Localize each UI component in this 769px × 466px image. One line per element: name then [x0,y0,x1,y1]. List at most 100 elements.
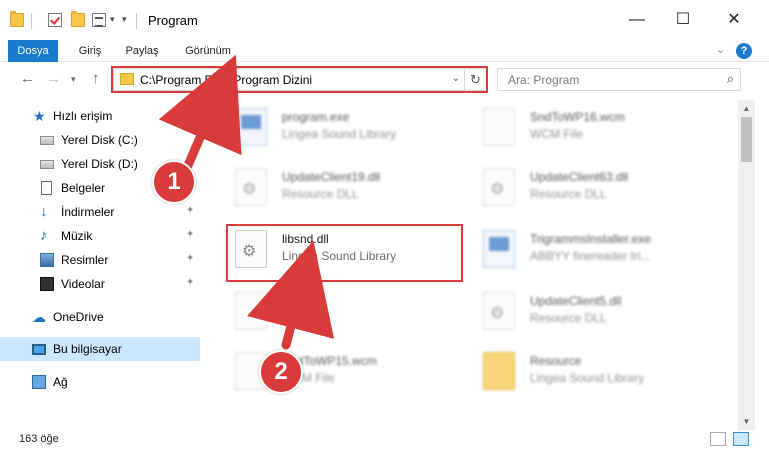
help-icon[interactable]: ? [736,43,752,59]
address-path[interactable]: C:\Program Files\Program Dizini [140,73,312,87]
address-bar[interactable]: C:\Program Files\Program Dizini ⌄ [113,68,465,91]
divider [31,13,32,29]
pictures-icon [40,253,54,267]
file-item[interactable]: TrigrammsInstaller.exe ABBYY finereader … [461,226,701,270]
up-arrow-icon[interactable]: ↑ [92,70,100,87]
sidebar-item-label: İndirmeler [61,205,115,219]
file-item[interactable]: Resource Lingea Sound Library [461,348,701,392]
folder-icon [483,352,515,390]
file-name: Resource [530,354,582,368]
pin-icon[interactable]: ✦ [186,253,194,264]
sidebar-item-onedrive[interactable]: ☁ OneDrive [0,305,200,329]
sidebar-item-label: Bu bilgisayar [53,342,122,356]
ribbon-tabs: Dosya Giriş Paylaş Görünüm ⌄ ? [0,40,769,84]
file-item-libsnd[interactable]: libsnd.dll Lingea Sound Library [213,226,453,270]
folder-icon [120,73,134,85]
customize-toolbar-icon[interactable]: ▾ [122,14,127,25]
sidebar-item-quick-access[interactable]: ★ Hızlı erişim [0,104,200,128]
step-callout-2: 2 [259,350,303,394]
folder-icon[interactable] [10,11,24,27]
minimize-button[interactable]: — [614,6,660,34]
file-description: Resource DLL [530,311,607,325]
exe-file-icon [235,108,267,146]
file-icon [235,292,267,330]
pin-icon[interactable]: ✦ [186,205,194,216]
chevron-down-icon[interactable]: ⌄ [452,73,460,84]
sidebar-item-label: OneDrive [53,310,104,324]
file-description: Lingea Sound Library [530,371,645,385]
large-icons-view-icon[interactable] [733,432,749,446]
status-bar: 163 öğe [0,430,769,450]
file-description: Resource DLL [282,187,359,201]
video-icon [40,277,54,291]
file-item[interactable]: d...k C...file [213,288,453,332]
maximize-button[interactable]: ☐ [660,6,706,34]
chevron-down-icon[interactable]: ▾ [110,14,115,25]
tab-home[interactable]: Giriş [68,40,112,62]
tab-share[interactable]: Paylaş [118,40,166,62]
pin-icon[interactable]: ✦ [186,229,194,240]
step-callout-1: 1 [152,160,196,204]
search-placeholder: Ara: Program [508,73,580,87]
sidebar-item-label: Yerel Disk (D:) [61,157,138,171]
file-name: program.exe [282,110,350,124]
document-icon [41,181,52,195]
sidebar-item-label: Ağ [53,375,68,389]
sidebar-item-network[interactable]: Ağ [0,370,200,394]
recent-locations-icon[interactable]: ▾ [71,74,76,85]
sidebar-item-label: Belgeler [61,181,106,195]
vertical-scrollbar[interactable]: ▲ ▼ [738,100,755,430]
sidebar-item-videos[interactable]: Videolar ✦ [0,272,200,296]
drive-icon [40,136,54,145]
search-input[interactable]: Ara: Program ⌕ [497,68,741,91]
forward-arrow-icon[interactable]: → [46,70,61,87]
details-view-icon[interactable] [710,432,726,446]
pin-icon[interactable]: ✦ [186,277,194,288]
file-name: TrigrammsInstaller.exe [530,232,651,246]
file-name: SndToWP16.wcm [530,110,625,124]
dll-file-icon [235,230,267,268]
file-description: ABBYY finereader tri... [530,249,651,263]
network-icon [32,375,46,389]
search-icon[interactable]: ⌕ [727,71,734,87]
file-item[interactable]: UpdateClient5.dll Resource DLL [461,288,701,332]
file-item[interactable]: UpdateClient19.dll Resource DLL [213,164,453,208]
sidebar-item-label: Videolar [61,277,105,291]
navigation-bar: ← → ▾ ↑ C:\Program Files\Program Dizini … [0,62,769,96]
star-icon: ★ [33,108,46,124]
file-name: d...k [282,294,305,308]
sidebar-item-pictures[interactable]: Resimler ✦ [0,248,200,272]
close-button[interactable]: ✕ [711,6,757,34]
title-bar: ▾ ▾ Program — ☐ ✕ [0,0,769,40]
file-description: Lingea Sound Library [282,127,397,141]
scroll-down-icon[interactable]: ▼ [738,413,755,430]
sidebar-item-this-pc[interactable]: Bu bilgisayar [0,337,200,361]
file-name: libsnd.dll [282,232,329,246]
refresh-button[interactable]: ↻ [465,68,487,91]
computer-icon [32,344,46,355]
dll-file-icon [235,168,267,206]
file-item[interactable]: SndToWP16.wcm WCM File [461,104,701,148]
sidebar-item-label: Resimler [61,253,109,267]
file-item[interactable]: UpdateClient63.dll Resource DLL [461,164,701,208]
divider [136,13,137,29]
view-options-icon[interactable] [92,13,106,27]
file-icon [483,108,515,146]
sidebar-item-disk-c[interactable]: Yerel Disk (C:) [0,128,200,152]
properties-check-icon[interactable] [48,13,62,27]
sidebar-item-music[interactable]: ♪ Müzik ✦ [0,224,200,248]
sidebar-item-label: Hızlı erişim [53,109,113,123]
item-count: 163 öğe [19,433,59,445]
new-folder-icon[interactable] [71,11,85,27]
scroll-thumb[interactable] [741,117,752,162]
tab-view[interactable]: Görünüm [176,40,240,62]
window-title: Program [148,13,198,28]
file-name: UpdateClient63.dll [530,170,629,184]
expand-ribbon-icon[interactable]: ⌄ [716,43,725,56]
file-description: C...file [282,311,317,325]
file-item[interactable]: SndToWP15.wcm WCM File [213,348,453,392]
scroll-up-icon[interactable]: ▲ [738,100,755,117]
download-icon: ↓ [40,203,48,220]
back-arrow-icon[interactable]: ← [20,70,35,87]
file-item[interactable]: program.exe Lingea Sound Library [213,104,453,148]
